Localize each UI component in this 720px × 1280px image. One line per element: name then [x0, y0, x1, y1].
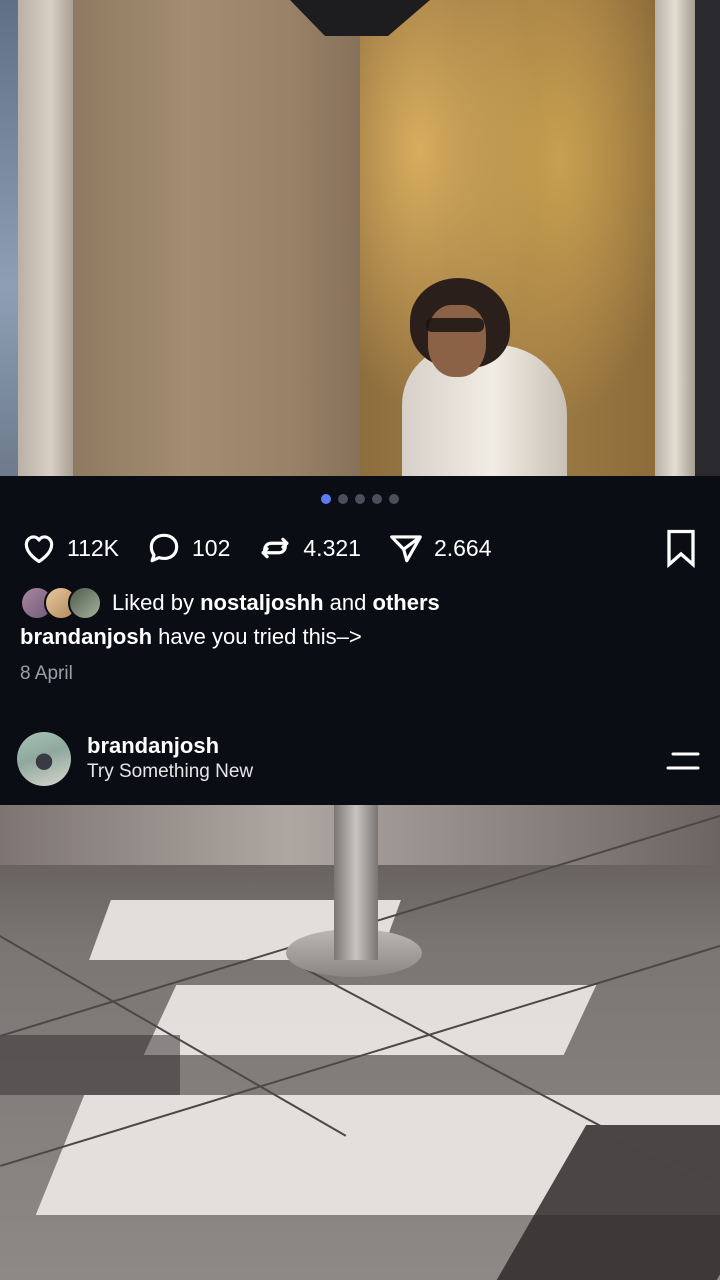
person-glasses [426, 318, 484, 332]
comment-button[interactable]: 102 [145, 529, 230, 567]
post-info-panel: 112K 102 4.321 2.664 Liked by nostaljosh… [0, 476, 720, 805]
shadow-patch [0, 1035, 180, 1095]
window [0, 0, 18, 476]
post-photo-bottom[interactable] [0, 805, 720, 1280]
post-caption: brandanjosh have you tried this–> [20, 624, 362, 650]
menu-button[interactable] [665, 749, 701, 773]
caption-text: have you tried this–> [158, 624, 362, 649]
bookmark-button[interactable] [663, 528, 699, 569]
window-frame [18, 0, 73, 476]
liker-avatars [20, 586, 102, 620]
carousel-dot [389, 494, 399, 504]
sunlight-patch [143, 985, 597, 1055]
author-subtitle: Try Something New [87, 761, 254, 782]
comment-icon [149, 533, 179, 563]
liked-by-conjunction: and [329, 590, 367, 615]
liked-by-prefix: Liked by [112, 590, 194, 615]
share-count: 2.664 [433, 534, 492, 561]
pillar [655, 0, 695, 476]
share-button[interactable]: 2.664 [387, 529, 492, 567]
repost-count: 4.321 [303, 534, 361, 561]
menu-icon [666, 752, 700, 770]
repost-button[interactable]: 4.321 [256, 529, 361, 567]
carousel-dot [372, 494, 382, 504]
carousel-indicator [0, 494, 720, 504]
author-row[interactable]: brandanjosh Try Something New [17, 732, 253, 786]
heart-icon [24, 535, 54, 564]
repost-icon [261, 537, 289, 559]
person-face [428, 305, 486, 377]
avatar [68, 586, 102, 620]
comment-count: 102 [192, 534, 231, 561]
dark-edge [695, 0, 720, 476]
like-count: 112K [67, 534, 120, 561]
carousel-dot [355, 494, 365, 504]
wall-left [73, 0, 360, 476]
carousel-dot [338, 494, 348, 504]
share-icon [390, 535, 422, 563]
author-name[interactable]: brandanjosh [87, 733, 253, 759]
avatar[interactable] [17, 732, 71, 786]
action-bar: 112K 102 4.321 2.664 [20, 528, 518, 568]
liked-by-row[interactable]: Liked by nostaljoshh and others [20, 586, 440, 620]
post-photo-top[interactable] [0, 0, 720, 476]
like-button[interactable]: 112K [20, 529, 119, 567]
bookmark-icon [667, 529, 695, 569]
table-pole [334, 805, 378, 960]
liked-by-user[interactable]: nostaljoshh [200, 590, 323, 616]
post-date: 8 April [20, 663, 73, 684]
caption-username[interactable]: brandanjosh [20, 624, 152, 649]
carousel-dot-active [321, 494, 331, 504]
liked-by-others[interactable]: others [373, 590, 440, 616]
